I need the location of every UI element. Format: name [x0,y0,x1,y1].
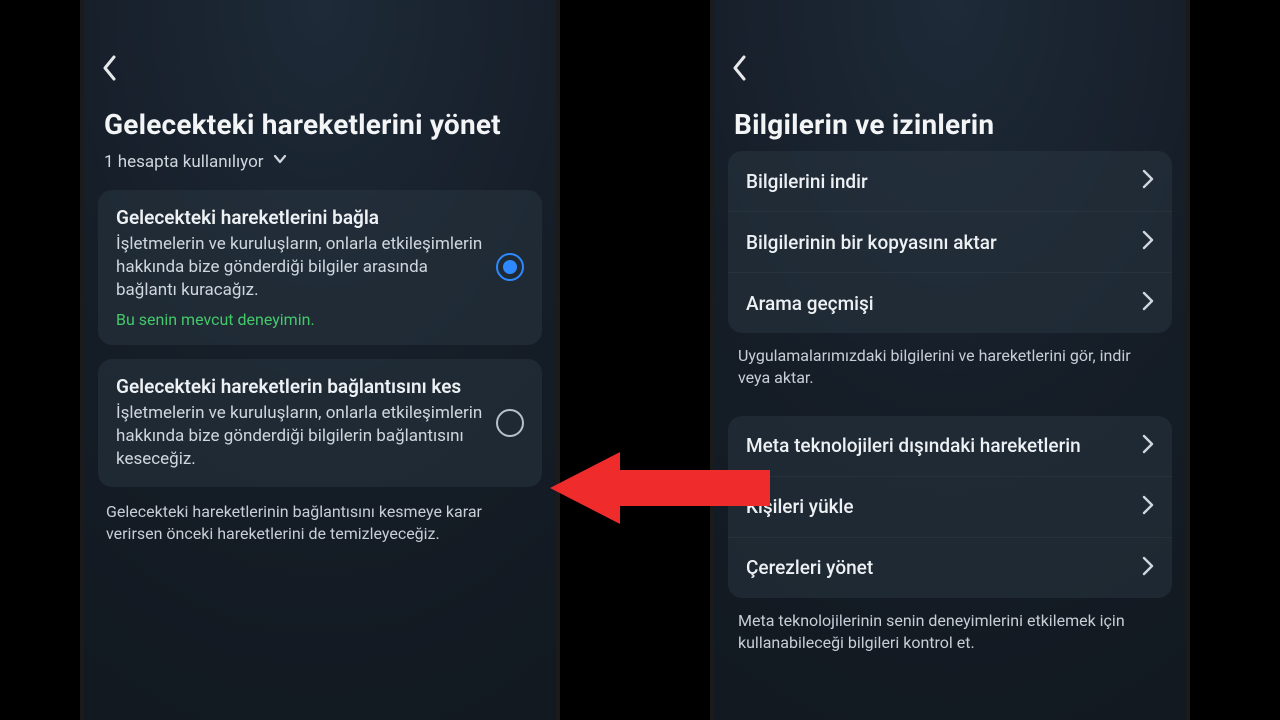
phone-left: Gelecekteki hareketlerini yönet 1 hesapt… [80,0,560,720]
back-button[interactable] [732,52,768,88]
account-scope-label: 1 hesapta kullanılıyor [104,152,264,172]
chevron-right-icon [1142,556,1154,580]
option-connect-title: Gelecekteki hareketlerini bağla [116,206,484,229]
list-group-info: Bilgilerini indir Bilgilerinin bir kopya… [728,151,1172,333]
option-disconnect-text: Gelecekteki hareketlerin bağlantısını ke… [116,375,484,471]
row-label: Bilgilerinin bir kopyasını aktar [746,231,997,254]
chevron-right-icon [1142,230,1154,254]
chevron-right-icon [1142,434,1154,458]
row-manage-cookies[interactable]: Çerezleri yönet [728,537,1172,598]
chevron-left-icon [102,55,118,85]
row-download-info[interactable]: Bilgilerini indir [728,151,1172,211]
option-connect-body: İşletmelerin ve kuruluşların, onlarla et… [116,233,484,302]
row-upload-contacts[interactable]: Kişileri yükle [728,476,1172,537]
group-caption: Meta teknolojilerinin senin deneyimlerin… [738,610,1162,655]
chevron-right-icon [1142,291,1154,315]
page-title: Bilgilerin ve izinlerin [734,108,1166,141]
row-transfer-copy[interactable]: Bilgilerinin bir kopyasını aktar [728,211,1172,272]
option-connect[interactable]: Gelecekteki hareketlerini bağla İşletmel… [98,190,542,345]
option-disconnect-body: İşletmelerin ve kuruluşların, onlarla et… [116,402,484,471]
row-label: Kişileri yükle [746,495,854,518]
radio-selected-icon [496,253,524,281]
footnote-text: Gelecekteki hareketlerinin bağlantısını … [106,501,534,546]
phone-right-inner: Bilgilerin ve izinlerin Bilgilerini indi… [714,28,1186,655]
option-disconnect[interactable]: Gelecekteki hareketlerin bağlantısını ke… [98,359,542,487]
chevron-right-icon [1142,495,1154,519]
row-label: Meta teknolojileri dışındaki hareketleri… [746,434,1081,457]
chevron-down-icon [272,151,288,172]
page-title: Gelecekteki hareketlerini yönet [104,108,536,141]
row-label: Arama geçmişi [746,292,874,315]
stage: Gelecekteki hareketlerini yönet 1 hesapt… [0,0,1280,720]
row-label: Çerezleri yönet [746,556,873,579]
option-connect-text: Gelecekteki hareketlerini bağla İşletmel… [116,206,484,329]
group-caption: Uygulamalarımızdaki bilgilerini ve harek… [738,345,1162,390]
chevron-left-icon [732,55,748,85]
account-scope-dropdown[interactable]: 1 hesapta kullanılıyor [104,151,288,172]
option-disconnect-title: Gelecekteki hareketlerin bağlantısını ke… [116,375,484,398]
phone-left-inner: Gelecekteki hareketlerini yönet 1 hesapt… [84,28,556,545]
row-label: Bilgilerini indir [746,170,868,193]
chevron-right-icon [1142,169,1154,193]
row-off-meta-activity[interactable]: Meta teknolojileri dışındaki hareketleri… [728,416,1172,476]
radio-unselected-icon [496,409,524,437]
list-group-controls: Meta teknolojileri dışındaki hareketleri… [728,416,1172,598]
phone-right: Bilgilerin ve izinlerin Bilgilerini indi… [710,0,1190,720]
row-search-history[interactable]: Arama geçmişi [728,272,1172,333]
back-button[interactable] [102,52,138,88]
option-connect-note: Bu senin mevcut deneyimin. [116,310,484,329]
